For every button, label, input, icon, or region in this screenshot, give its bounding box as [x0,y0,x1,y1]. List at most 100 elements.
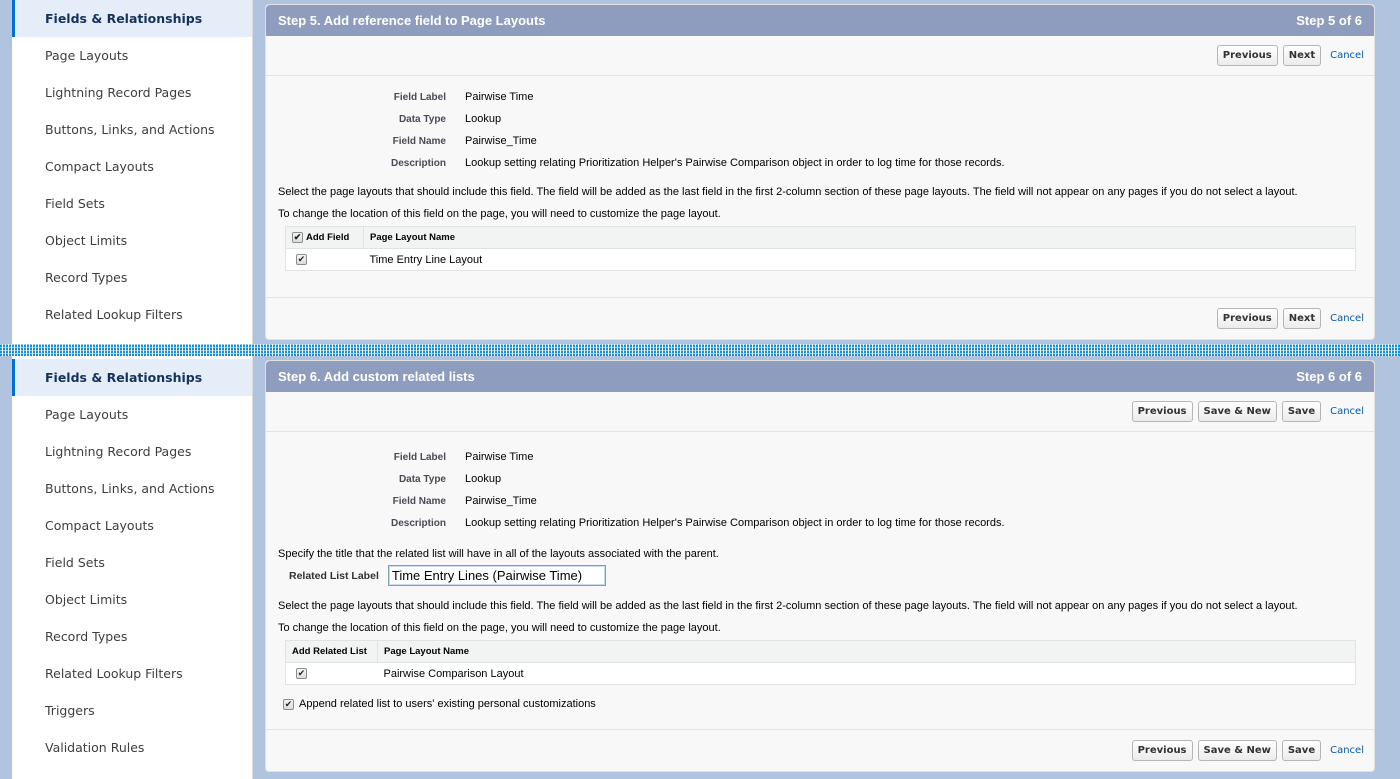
sidebar-item-fields-relationships[interactable]: Fields & Relationships [12,0,252,37]
step6-bottom-button-bar: Previous Save & New Save Cancel [266,729,1374,771]
detail-row: Field Label Pairwise Time [266,446,1374,468]
append-customizations-checkbox[interactable]: ✔ [283,698,294,710]
page-layout-table: ✔ Add Field Page Layout Name ✔ Time Entry… [285,226,1356,272]
select-all-checkbox[interactable]: ✔ [292,232,303,243]
sidebar-item-record-types[interactable]: Record Types [12,618,252,655]
detail-row: Data Type Lookup [266,468,1374,490]
step5-title: Step 5. Add reference field to Page Layo… [278,13,546,28]
layout-name: Pairwise Comparison Layout [383,667,524,680]
detail-label: Field Label [393,91,446,103]
step5-pane: Fields & Relationships Page Layouts Ligh… [0,0,1400,344]
sidebar-item-object-limits[interactable]: Object Limits [12,581,252,618]
sidebar: Fields & Relationships Page Layouts Ligh… [12,0,253,344]
sidebar-item-buttons-links-actions[interactable]: Buttons, Links, and Actions [12,470,252,507]
detail-value: Lookup [465,473,502,485]
step6-title: Step 6. Add custom related lists [278,369,475,384]
detail-label: Description [390,517,446,529]
step6-pane: Fields & Relationships Page Layouts Ligh… [0,356,1400,779]
sidebar-item-related-lookup-filters[interactable]: Related Lookup Filters [12,655,252,692]
detail-label: Field Name [392,495,446,507]
cancel-link[interactable]: Cancel [1330,406,1364,417]
cancel-link[interactable]: Cancel [1330,50,1364,61]
sidebar-item-fields-relationships[interactable]: Fields & Relationships [12,359,252,396]
table-row: ✔ Pairwise Comparison Layout [286,663,1356,685]
step6-panel: Step 6. Add custom related lists Step 6 … [265,360,1375,772]
field-details: Field Label Pairwise Time Data Type Look… [266,446,1374,534]
sidebar-item-buttons-links-actions[interactable]: Buttons, Links, and Actions [12,111,252,148]
step6-header: Step 6. Add custom related lists Step 6 … [266,361,1374,392]
page-layout-table: Add Related List Page Layout Name ✔ Pair… [285,640,1356,685]
customize-instruction: To change the location of this field on … [278,622,721,634]
cancel-link[interactable]: Cancel [1330,745,1364,756]
detail-value: Lookup [465,113,502,125]
previous-button[interactable]: Previous [1216,45,1278,66]
detail-value: Pairwise_Time [465,495,537,507]
detail-row: Field Label Pairwise Time [266,86,1374,108]
detail-row: Description Lookup setting relating Prio… [266,512,1374,534]
page-layout-name-header: Page Layout Name [363,226,1356,250]
detail-row: Data Type Lookup [266,108,1374,130]
detail-row: Field Name Pairwise_Time [266,130,1374,152]
detail-label: Data Type [398,473,446,485]
screenshot-divider [0,344,1400,356]
field-details: Field Label Pairwise Time Data Type Look… [266,86,1374,174]
layout-instruction: Select the page layouts that should incl… [278,186,1298,198]
add-field-header: ✔ Add Field [285,226,364,250]
sidebar-item-object-limits[interactable]: Object Limits [12,222,252,259]
save-new-button[interactable]: Save & New [1197,740,1277,761]
next-button[interactable]: Next [1282,308,1322,329]
step5-panel: Step 5. Add reference field to Page Layo… [265,4,1375,340]
sidebar-item-compact-layouts[interactable]: Compact Layouts [12,148,252,185]
row-checkbox[interactable]: ✔ [296,254,307,266]
sidebar-item-record-types[interactable]: Record Types [12,259,252,296]
save-button[interactable]: Save [1281,740,1322,761]
table-row: ✔ Time Entry Line Layout [286,249,1356,271]
sidebar: Fields & Relationships Page Layouts Ligh… [12,356,253,779]
previous-button[interactable]: Previous [1216,308,1278,329]
customize-instruction: To change the location of this field on … [278,208,721,220]
previous-button[interactable]: Previous [1131,401,1193,422]
append-customizations-row: ✔ Append related list to users' existing… [266,698,1374,710]
detail-value: Lookup setting relating Prioritization H… [465,517,1005,529]
sidebar-item-triggers[interactable]: Triggers [12,692,252,729]
cancel-link[interactable]: Cancel [1330,313,1364,324]
sidebar-item-related-lookup-filters[interactable]: Related Lookup Filters [12,296,252,333]
layout-name: Time Entry Line Layout [369,253,483,266]
row-checkbox[interactable]: ✔ [296,668,307,680]
detail-label: Field Name [392,135,446,147]
detail-label: Field Label [393,451,446,463]
detail-row: Field Name Pairwise_Time [266,490,1374,512]
sidebar-item-field-sets[interactable]: Field Sets [12,544,252,581]
sidebar-item-compact-layouts[interactable]: Compact Layouts [12,507,252,544]
sidebar-item-lightning-record-pages[interactable]: Lightning Record Pages [12,74,252,111]
detail-value: Pairwise Time [465,91,534,103]
step6-top-button-bar: Previous Save & New Save Cancel [266,392,1374,432]
detail-value: Pairwise Time [465,451,534,463]
detail-label: Data Type [398,113,446,125]
related-list-label-row: Related List Label [266,565,1374,586]
step6-indicator: Step 6 of 6 [1296,369,1362,384]
add-related-list-header: Add Related List [285,640,378,663]
related-list-label-input[interactable] [387,565,606,586]
step5-indicator: Step 5 of 6 [1296,13,1362,28]
save-button[interactable]: Save [1281,401,1322,422]
detail-value: Lookup setting relating Prioritization H… [465,157,1005,169]
next-button[interactable]: Next [1282,45,1322,66]
append-customizations-label: Append related list to users' existing p… [299,698,596,710]
step5-bottom-button-bar: Previous Next Cancel [266,297,1374,339]
step5-top-button-bar: Previous Next Cancel [266,36,1374,76]
step5-header: Step 5. Add reference field to Page Layo… [266,5,1374,36]
title-instruction: Specify the title that the related list … [278,548,719,560]
sidebar-item-validation-rules[interactable]: Validation Rules [12,729,252,766]
sidebar-item-page-layouts[interactable]: Page Layouts [12,37,252,74]
previous-button[interactable]: Previous [1131,740,1193,761]
detail-row: Description Lookup setting relating Prio… [266,152,1374,174]
sidebar-item-page-layouts[interactable]: Page Layouts [12,396,252,433]
save-new-button[interactable]: Save & New [1197,401,1277,422]
related-list-label: Related List Label [289,569,379,582]
sidebar-item-field-sets[interactable]: Field Sets [12,185,252,222]
detail-label: Description [390,157,446,169]
layout-instruction: Select the page layouts that should incl… [278,600,1298,612]
page-layout-name-header: Page Layout Name [377,640,1356,663]
sidebar-item-lightning-record-pages[interactable]: Lightning Record Pages [12,433,252,470]
